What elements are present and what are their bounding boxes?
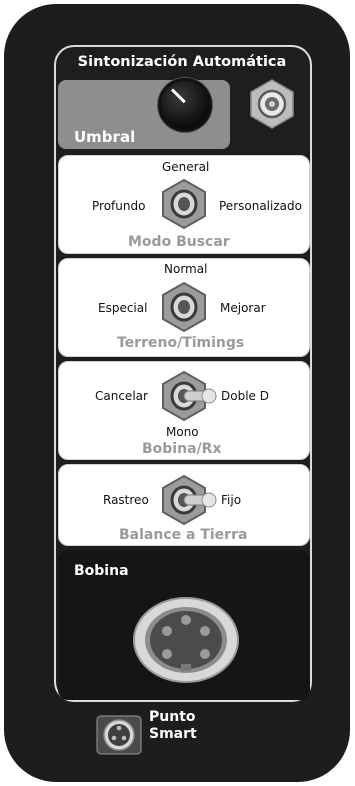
auto-tune-button[interactable] [246, 78, 298, 130]
coil-rx-toggle-switch[interactable] [160, 370, 220, 422]
coil-label: Bobina [74, 563, 129, 579]
smart-point-connector-icon[interactable] [96, 715, 142, 755]
coil-rx-option-mono: Mono [166, 425, 199, 439]
ground-balance-label: Balance a Tierra [119, 527, 248, 543]
ground-option-enhance: Mejorar [220, 301, 266, 315]
coil-rx-option-double-d: Doble D [221, 389, 269, 403]
ground-balance-toggle-switch[interactable] [160, 474, 220, 526]
search-mode-option-custom: Personalizado [219, 199, 302, 213]
ground-balance-option-fixed: Fijo [221, 493, 242, 507]
coil-connector-icon[interactable] [132, 596, 240, 684]
threshold-knob[interactable] [158, 78, 212, 132]
smart-point-line2: Smart [149, 726, 197, 742]
ground-balance-option-tracking: Rastreo [103, 493, 149, 507]
coil-rx-label: Bobina/Rx [142, 441, 222, 457]
threshold-label: Umbral [74, 128, 136, 146]
search-mode-label: Modo Buscar [128, 234, 230, 250]
smart-point-line1: Punto [149, 709, 196, 725]
ground-timings-label: Terreno/Timings [117, 335, 245, 351]
search-mode-option-general: General [162, 160, 210, 174]
smart-point-label: Punto Smart [149, 709, 197, 743]
ground-timings-rotary-switch[interactable] [160, 281, 208, 333]
ground-option-normal: Normal [164, 262, 208, 276]
coil-rx-option-cancel: Cancelar [95, 389, 148, 403]
auto-tune-title: Sintonización Automática [77, 54, 287, 70]
search-mode-rotary-switch[interactable] [160, 178, 208, 230]
search-mode-option-deep: Profundo [92, 199, 146, 213]
ground-option-special: Especial [98, 301, 148, 315]
